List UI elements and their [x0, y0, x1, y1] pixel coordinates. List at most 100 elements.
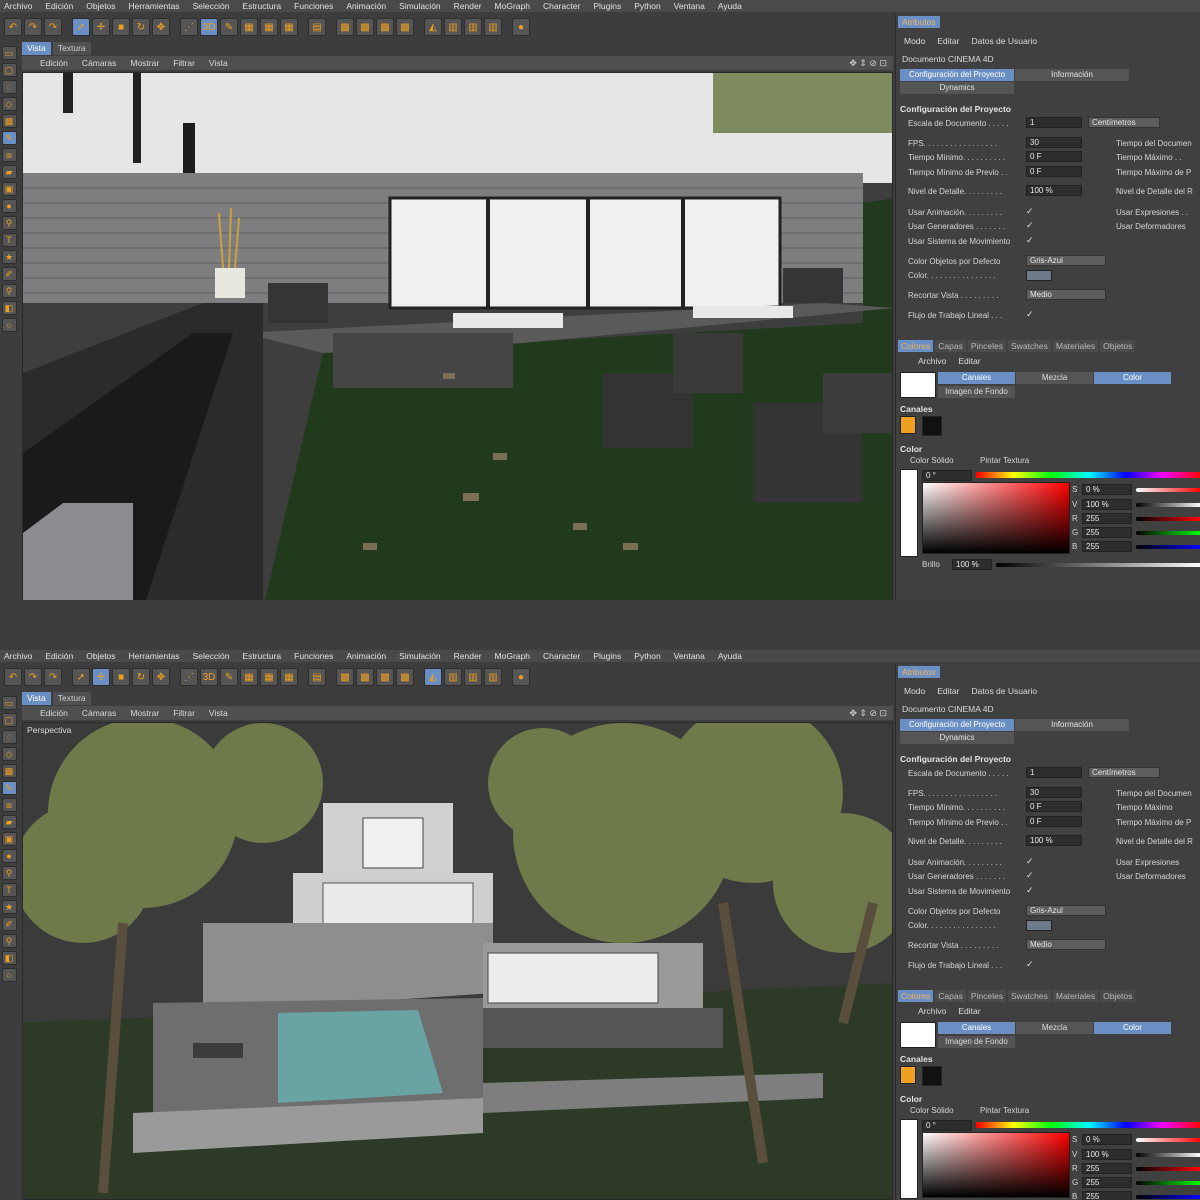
- brillo-input[interactable]: 100 %: [952, 559, 992, 570]
- fill-icon[interactable]: ▣: [1, 182, 17, 196]
- attr-menu-editar[interactable]: Editar: [937, 686, 959, 696]
- attributes-tab[interactable]: Atributos: [898, 666, 940, 678]
- axis-icon[interactable]: ⋰: [180, 668, 198, 686]
- color-obj-dropdown[interactable]: Gris-Azul: [1026, 905, 1106, 916]
- g-input[interactable]: 255: [1082, 527, 1132, 538]
- usar-animacion-checkbox[interactable]: ✓: [1026, 206, 1034, 217]
- s-input[interactable]: 0 %: [1082, 484, 1132, 495]
- menu-mograph[interactable]: MoGraph: [495, 1, 530, 11]
- tab-canales[interactable]: Canales: [938, 1022, 1015, 1034]
- select-icon[interactable]: ➚: [72, 668, 90, 686]
- fps-input[interactable]: 30: [1026, 787, 1082, 798]
- tab-imagen-fondo[interactable]: Imagen de Fondo: [938, 386, 1015, 398]
- color-swatch[interactable]: [1026, 920, 1052, 931]
- menu-animacion[interactable]: Animación: [346, 651, 386, 661]
- tab-objetos[interactable]: Objetos: [1100, 990, 1136, 1002]
- menu-simulacion[interactable]: Simulación: [399, 651, 441, 661]
- units-dropdown[interactable]: Centímetros: [1088, 767, 1160, 778]
- fill-icon[interactable]: ▣: [1, 832, 17, 846]
- tab-textura[interactable]: Textura: [52, 42, 91, 55]
- units-dropdown[interactable]: Centímetros: [1088, 117, 1160, 128]
- vmenu-vista[interactable]: Vista: [209, 708, 228, 718]
- attr-menu-modo[interactable]: Modo: [904, 36, 925, 46]
- snap-icon[interactable]: ◭: [424, 668, 442, 686]
- text-icon[interactable]: T: [1, 883, 17, 897]
- scale-icon[interactable]: ■: [112, 668, 130, 686]
- grid-icon[interactable]: ▦: [260, 18, 278, 36]
- v-slider[interactable]: [1136, 1153, 1200, 1157]
- paint-icon[interactable]: ✎: [220, 18, 238, 36]
- r-slider[interactable]: [1136, 517, 1200, 521]
- tab-colores[interactable]: Colores: [898, 340, 934, 352]
- tminp-input[interactable]: 0 F: [1026, 816, 1082, 827]
- grid-icon[interactable]: ▥: [444, 18, 462, 36]
- attributes-tab[interactable]: Atributos: [898, 16, 940, 28]
- g-slider[interactable]: [1136, 531, 1200, 535]
- undo-icon[interactable]: ↶: [4, 668, 22, 686]
- g-slider[interactable]: [1136, 1181, 1200, 1185]
- attr-menu-editar[interactable]: Editar: [937, 36, 959, 46]
- menu-simulacion[interactable]: Simulación: [399, 1, 441, 11]
- render-settings-icon[interactable]: ▩: [356, 18, 374, 36]
- sphere-icon[interactable]: ●: [512, 668, 530, 686]
- drop-icon[interactable]: ●: [1, 199, 17, 213]
- g-input[interactable]: 255: [1082, 1177, 1132, 1188]
- r-input[interactable]: 255: [1082, 513, 1132, 524]
- checker-icon[interactable]: ▩: [1, 114, 17, 128]
- viewport-nav-icons[interactable]: ✥ ⇕ ⊘ ⊡: [849, 58, 887, 69]
- menu-animacion[interactable]: Animación: [346, 1, 386, 11]
- solid-color-radio[interactable]: Color Sólido: [910, 456, 954, 465]
- tab-capas[interactable]: Capas: [935, 990, 966, 1002]
- tab-mezcla[interactable]: Mezcla: [1016, 372, 1093, 384]
- star-icon[interactable]: ★: [1, 900, 17, 914]
- tab-informacion[interactable]: Información: [1015, 69, 1129, 81]
- rect-select-icon[interactable]: ▢: [1, 63, 17, 77]
- tab-color[interactable]: Color: [1094, 372, 1171, 384]
- grid-icon[interactable]: ▥: [484, 18, 502, 36]
- move-icon[interactable]: ✛: [92, 18, 110, 36]
- vmenu-mostrar[interactable]: Mostrar: [130, 58, 159, 68]
- usar-generadores-checkbox[interactable]: ✓: [1026, 870, 1034, 881]
- tmin-input[interactable]: 0 F: [1026, 151, 1082, 162]
- grid-icon[interactable]: ▦: [280, 18, 298, 36]
- r-input[interactable]: 255: [1082, 1163, 1132, 1174]
- redo-icon[interactable]: ↷: [44, 668, 62, 686]
- view-icon[interactable]: ▩: [396, 18, 414, 36]
- undo-icon[interactable]: ↶: [4, 18, 22, 36]
- tab-capas[interactable]: Capas: [935, 340, 966, 352]
- grid-icon[interactable]: ▦: [240, 18, 258, 36]
- circle-icon[interactable]: ○: [1, 968, 17, 982]
- vmenu-vista[interactable]: Vista: [209, 58, 228, 68]
- v-input[interactable]: 100 %: [1082, 1149, 1132, 1160]
- channel-icon[interactable]: [922, 416, 942, 436]
- tab-objetos[interactable]: Objetos: [1100, 340, 1136, 352]
- solid-color-radio[interactable]: Color Sólido: [910, 1106, 954, 1115]
- nivel-input[interactable]: 100 %: [1026, 835, 1082, 846]
- text-icon[interactable]: T: [1, 233, 17, 247]
- menu-python[interactable]: Python: [634, 1, 660, 11]
- b-input[interactable]: 255: [1082, 541, 1132, 552]
- menu-estructura[interactable]: Estructura: [242, 1, 281, 11]
- eraser-icon[interactable]: ▰: [1, 165, 17, 179]
- b-slider[interactable]: [1136, 1195, 1200, 1199]
- tab-pinceles[interactable]: Pinceles: [967, 340, 1007, 352]
- colors-menu-archivo[interactable]: Archivo: [918, 1006, 946, 1016]
- menu-funciones[interactable]: Funciones: [294, 651, 333, 661]
- vmenu-camaras[interactable]: Cámaras: [82, 708, 116, 718]
- usar-animacion-checkbox[interactable]: ✓: [1026, 856, 1034, 867]
- viewport-top[interactable]: [22, 72, 893, 600]
- scale-icon[interactable]: ■: [112, 18, 130, 36]
- recortar-dropdown[interactable]: Medio: [1026, 939, 1106, 950]
- grid-icon[interactable]: ▥: [444, 668, 462, 686]
- brush-icon[interactable]: ✎: [1, 131, 17, 145]
- menu-character[interactable]: Character: [543, 1, 580, 11]
- color-obj-dropdown[interactable]: Gris-Azul: [1026, 255, 1106, 266]
- menu-render[interactable]: Render: [454, 1, 482, 11]
- move-icon[interactable]: ✛: [92, 668, 110, 686]
- tab-textura[interactable]: Textura: [52, 692, 91, 705]
- attr-menu-modo[interactable]: Modo: [904, 686, 925, 696]
- tab-configuracion[interactable]: Configuración del Proyecto: [900, 69, 1014, 81]
- film-icon[interactable]: ▤: [308, 668, 326, 686]
- tab-imagen-fondo[interactable]: Imagen de Fondo: [938, 1036, 1015, 1048]
- menu-seleccion[interactable]: Selección: [193, 1, 230, 11]
